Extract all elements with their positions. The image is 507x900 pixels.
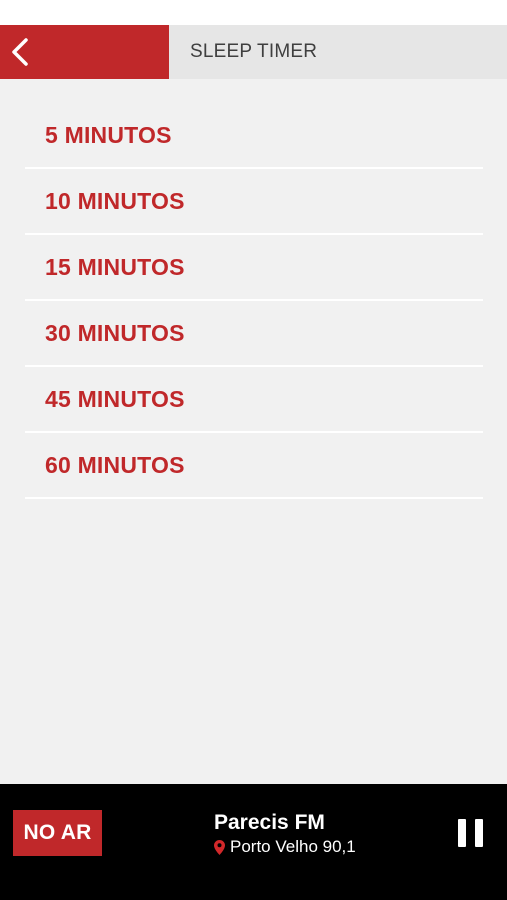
live-badge[interactable]: NO AR [13, 810, 102, 856]
station-info[interactable]: Parecis FM Porto Velho 90,1 [214, 810, 356, 857]
station-name: Parecis FM [214, 811, 325, 834]
timer-options-list: 5 MINUTOS 10 MINUTOS 15 MINUTOS 30 MINUT… [25, 103, 483, 499]
timer-option-label: 15 MINUTOS [45, 253, 185, 280]
pause-button[interactable] [458, 819, 484, 847]
timer-option-10-min[interactable]: 10 MINUTOS [25, 169, 483, 235]
timer-option-label: 45 MINUTOS [45, 385, 185, 412]
timer-option-45-min[interactable]: 45 MINUTOS [25, 367, 483, 433]
map-pin-icon [214, 839, 225, 855]
timer-option-label: 60 MINUTOS [45, 451, 185, 478]
status-bar [0, 0, 507, 25]
timer-option-label: 5 MINUTOS [45, 121, 172, 148]
station-location: Porto Velho 90,1 [214, 837, 356, 857]
timer-option-label: 30 MINUTOS [45, 319, 185, 346]
back-button[interactable] [0, 25, 169, 79]
now-playing-bar: NO AR Parecis FM Porto Velho 90,1 [0, 784, 507, 900]
station-city: Porto Velho 90,1 [230, 837, 356, 856]
timer-option-5-min[interactable]: 5 MINUTOS [25, 103, 483, 169]
timer-option-30-min[interactable]: 30 MINUTOS [25, 301, 483, 367]
pause-icon [458, 819, 483, 847]
timer-option-15-min[interactable]: 15 MINUTOS [25, 235, 483, 301]
timer-option-label: 10 MINUTOS [45, 187, 185, 214]
chevron-left-icon [12, 38, 28, 66]
page-title: SLEEP TIMER [190, 41, 318, 62]
header-bar: SLEEP TIMER [0, 25, 507, 79]
timer-option-60-min[interactable]: 60 MINUTOS [25, 433, 483, 499]
